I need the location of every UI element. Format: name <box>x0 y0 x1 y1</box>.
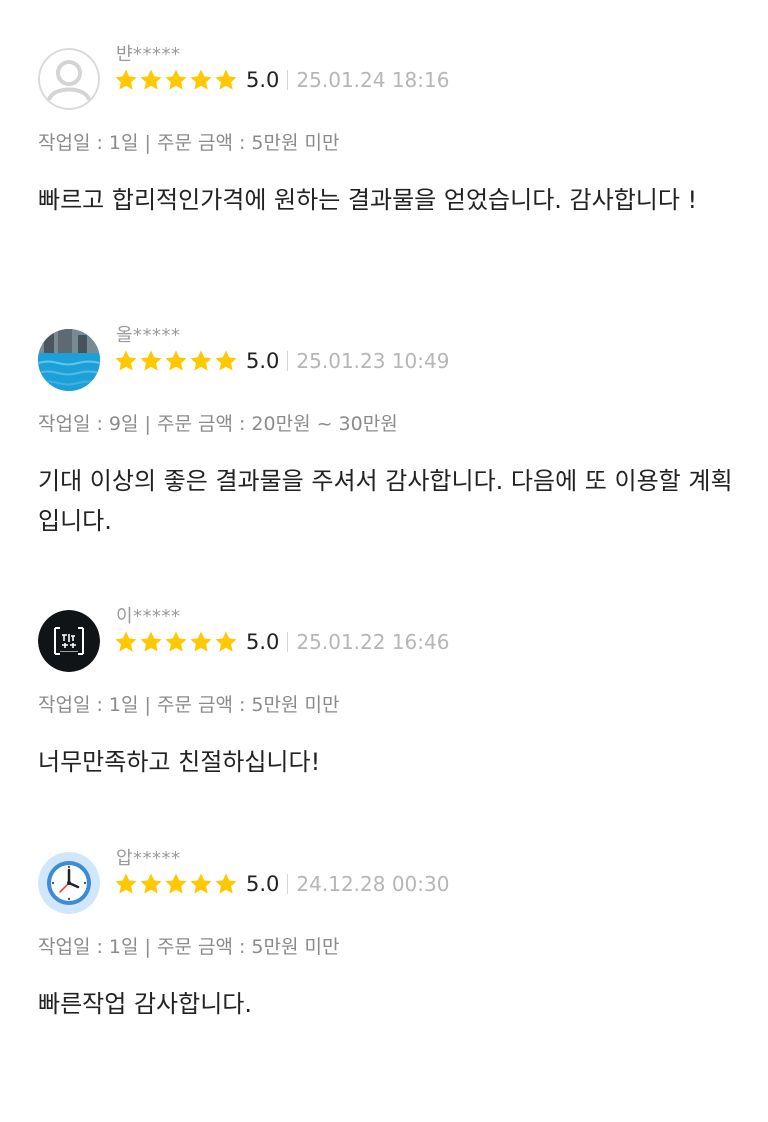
dark-logo-avatar-icon[interactable] <box>38 610 100 672</box>
star-icon <box>140 631 162 652</box>
order-meta: 작업일 : 9일 | 주문 금액 : 20만원 ~ 30만원 <box>38 413 398 435</box>
rating-score: 5.0 <box>246 630 280 654</box>
star-icon <box>215 873 237 894</box>
star-rating <box>114 630 238 654</box>
rating-score: 5.0 <box>246 872 280 896</box>
star-icon <box>165 631 187 652</box>
rating-score: 5.0 <box>246 349 280 373</box>
clock-avatar-icon[interactable] <box>38 852 100 914</box>
reviewer-username: 뱐***** <box>116 44 181 65</box>
star-rating <box>114 68 238 92</box>
reviewer-username: 올***** <box>116 325 181 346</box>
rating-row: 5.0 25.01.24 18:16 <box>114 65 449 95</box>
review-date: 24.12.28 00:30 <box>296 872 450 896</box>
star-icon <box>140 69 162 90</box>
star-icon <box>190 350 212 371</box>
order-meta: 작업일 : 1일 | 주문 금액 : 5만원 미만 <box>38 936 340 958</box>
review-date: 25.01.23 10:49 <box>296 349 450 373</box>
review-text: 빠른작업 감사합니다. <box>38 990 252 1018</box>
review-item: 올***** 5.0 25.01.23 10:49 작업일 : 9일 | 주문 … <box>0 325 768 599</box>
review-date: 25.01.22 16:46 <box>296 630 450 654</box>
star-icon <box>165 873 187 894</box>
star-icon <box>165 350 187 371</box>
rating-row: 5.0 25.01.23 10:49 <box>114 346 449 376</box>
review-text: 빠르고 합리적인가격에 원하는 결과물을 얻었습니다. 감사합니다 ! <box>38 186 698 214</box>
star-icon <box>215 350 237 371</box>
order-meta: 작업일 : 1일 | 주문 금액 : 5만원 미만 <box>38 694 340 716</box>
star-icon <box>115 69 137 90</box>
star-icon <box>115 350 137 371</box>
star-icon <box>115 631 137 652</box>
divider <box>287 632 289 652</box>
order-meta: 작업일 : 1일 | 주문 금액 : 5만원 미만 <box>38 132 340 154</box>
review-text: 너무만족하고 친절하십니다! <box>38 748 321 776</box>
star-icon <box>190 631 212 652</box>
rating-row: 5.0 25.01.22 16:46 <box>114 627 449 657</box>
divider <box>287 70 289 90</box>
review-item: 압***** 5.0 24.12.28 00:30 작업일 : 1일 | 주문 … <box>0 848 768 1122</box>
star-icon <box>215 631 237 652</box>
star-icon <box>190 873 212 894</box>
review-text: 기대 이상의 좋은 결과물을 주셔서 감사합니다. 다음에 또 이용할 계획입니… <box>38 467 733 535</box>
star-icon <box>140 873 162 894</box>
star-icon <box>115 873 137 894</box>
reviewer-username: 압***** <box>116 848 181 869</box>
rating-score: 5.0 <box>246 68 280 92</box>
reviewer-username: 이***** <box>116 606 181 627</box>
star-rating <box>114 872 238 896</box>
divider <box>287 874 289 894</box>
review-date: 25.01.24 18:16 <box>296 68 450 92</box>
star-rating <box>114 349 238 373</box>
review-item: 이***** 5.0 25.01.22 16:46 작업일 : 1일 | 주문 … <box>0 606 768 880</box>
star-icon <box>215 69 237 90</box>
star-icon <box>190 69 212 90</box>
star-icon <box>165 69 187 90</box>
rating-row: 5.0 24.12.28 00:30 <box>114 869 449 899</box>
pool-photo-avatar-icon[interactable] <box>38 329 100 391</box>
default-user-avatar-icon[interactable] <box>38 48 100 110</box>
review-item: 뱐***** 5.0 25.01.24 18:16 작업일 : 1일 | 주문 … <box>0 44 768 318</box>
star-icon <box>140 350 162 371</box>
divider <box>287 351 289 371</box>
